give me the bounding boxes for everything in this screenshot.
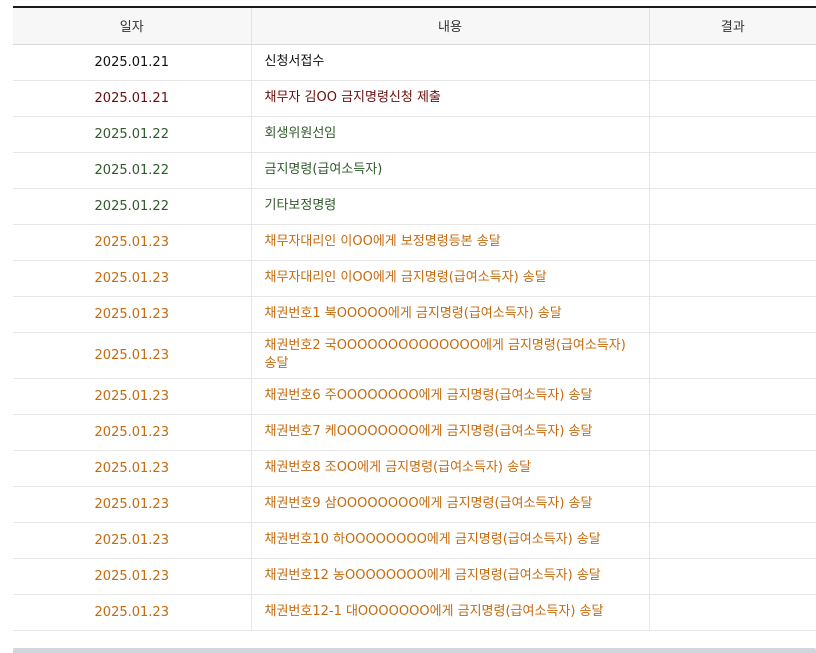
row-result: [648, 558, 816, 594]
row-date: 2025.01.22: [94, 126, 169, 142]
row-content-cell: 채무자대리인 이OO에게 보정명령등본 송달: [250, 224, 649, 260]
table-row: 2025.01.23 채권번호6 주OOOOOOOO에게 금지명령(급여소득자) …: [13, 378, 816, 414]
row-result: [648, 332, 816, 378]
row-date: 2025.01.23: [94, 424, 169, 440]
table-row: 2025.01.23 채권번호10 하OOOOOOOO에게 금지명령(급여소득자)…: [13, 522, 816, 558]
row-content: 채무자대리인 이OO에게 금지명령(급여소득자) 송달: [264, 270, 547, 285]
table-row: 2025.01.23 채무자대리인 이OO에게 보정명령등본 송달: [13, 224, 816, 260]
row-date: 2025.01.23: [94, 347, 169, 363]
table-row: 2025.01.23 채권번호1 북OOOOO에게 금지명령(급여소득자) 송달: [13, 296, 816, 332]
table-row: 2025.01.23 채권번호12-1 대OOOOOOO에게 금지명령(급여소득자…: [13, 594, 816, 630]
row-content-cell: 채권번호12 농OOOOOOOO에게 금지명령(급여소득자) 송달: [250, 558, 649, 594]
row-content: 채권번호8 조OO에게 금지명령(급여소득자) 송달: [264, 460, 532, 475]
row-result: [648, 224, 816, 260]
case-progress-table: 일자 내용 결과 2025.01.21 신청서접수 2025.01.21 채무자 김O…: [13, 6, 816, 631]
column-header-result: 결과: [648, 7, 816, 44]
row-content: 신청서접수: [264, 54, 325, 69]
row-content: 채권번호12 농OOOOOOOO에게 금지명령(급여소득자) 송달: [264, 568, 601, 583]
row-date: 2025.01.23: [94, 306, 169, 322]
row-content-cell: 채권번호8 조OO에게 금지명령(급여소득자) 송달: [250, 450, 649, 486]
row-date: 2025.01.23: [94, 496, 169, 512]
row-result: [648, 414, 816, 450]
table-body: 2025.01.21 신청서접수 2025.01.21 채무자 김OO 금지명령신청 …: [13, 44, 816, 630]
row-content-cell: 금지명령(급여소득자): [250, 152, 649, 188]
row-content-cell: 회생위원선임: [250, 116, 649, 152]
row-content-cell: 채무자대리인 이OO에게 금지명령(급여소득자) 송달: [250, 260, 649, 296]
row-content-cell: 채권번호10 하OOOOOOOO에게 금지명령(급여소득자) 송달: [250, 522, 649, 558]
row-content-cell: 채권번호9 삼OOOOOOOO에게 금지명령(급여소득자) 송달: [250, 486, 649, 522]
table-row: 2025.01.23 채권번호12 농OOOOOOOO에게 금지명령(급여소득자)…: [13, 558, 816, 594]
row-date: 2025.01.23: [94, 270, 169, 286]
row-result: [648, 80, 816, 116]
row-content: 채권번호12-1 대OOOOOOO에게 금지명령(급여소득자) 송달: [264, 604, 604, 619]
row-date: 2025.01.21: [94, 90, 169, 106]
table-header: 일자 내용 결과: [13, 7, 816, 44]
row-result: [648, 522, 816, 558]
table-row: 2025.01.23 채권번호9 삼OOOOOOOO에게 금지명령(급여소득자) …: [13, 486, 816, 522]
row-date: 2025.01.23: [94, 234, 169, 250]
case-progress-table-wrap: 일자 내용 결과 2025.01.21 신청서접수 2025.01.21 채무자 김O…: [13, 6, 816, 631]
table-row: 2025.01.22 기타보정명령: [13, 188, 816, 224]
column-header-date: 일자: [119, 20, 144, 36]
row-content-cell: 채무자 김OO 금지명령신청 제출: [250, 80, 649, 116]
column-header-content: 내용: [250, 7, 649, 44]
row-date: 2025.01.23: [94, 568, 169, 584]
table-row: 2025.01.22 금지명령(급여소득자): [13, 152, 816, 188]
row-date: 2025.01.22: [94, 162, 169, 178]
row-result: [648, 44, 816, 80]
table-row: 2025.01.23 채권번호8 조OO에게 금지명령(급여소득자) 송달: [13, 450, 816, 486]
row-date: 2025.01.23: [94, 604, 169, 620]
row-content: 채권번호2 국OOOOOOOOOOOOOO에게 금지명령(급여소득자) 송달: [264, 338, 626, 371]
row-content-cell: 채권번호12-1 대OOOOOOO에게 금지명령(급여소득자) 송달: [250, 594, 649, 630]
row-content-cell: 채권번호6 주OOOOOOOO에게 금지명령(급여소득자) 송달: [250, 378, 649, 414]
row-content: 채권번호9 삼OOOOOOOO에게 금지명령(급여소득자) 송달: [264, 496, 593, 511]
row-content-cell: 채권번호1 북OOOOO에게 금지명령(급여소득자) 송달: [250, 296, 649, 332]
row-date: 2025.01.23: [94, 532, 169, 548]
row-result: [648, 378, 816, 414]
row-date: 2025.01.23: [94, 388, 169, 404]
row-date: 2025.01.22: [94, 198, 169, 214]
row-content-cell: 채권번호7 케OOOOOOOO에게 금지명령(급여소득자) 송달: [250, 414, 649, 450]
row-content: 회생위원선임: [264, 126, 337, 141]
table-row: 2025.01.23 채무자대리인 이OO에게 금지명령(급여소득자) 송달: [13, 260, 816, 296]
row-date: 2025.01.21: [94, 54, 169, 70]
table-row: 2025.01.22 회생위원선임: [13, 116, 816, 152]
row-content: 채권번호1 북OOOOO에게 금지명령(급여소득자) 송달: [264, 306, 562, 321]
row-result: [648, 594, 816, 630]
table-row: 2025.01.23 채권번호2 국OOOOOOOOOOOOOO에게 금지명령(급…: [13, 332, 816, 378]
row-content: 채권번호7 케OOOOOOOO에게 금지명령(급여소득자) 송달: [264, 424, 593, 439]
row-content: 채무자 김OO 금지명령신청 제출: [264, 90, 441, 105]
table-row: 2025.01.23 채권번호7 케OOOOOOOO에게 금지명령(급여소득자) …: [13, 414, 816, 450]
row-result: [648, 260, 816, 296]
row-content-cell: 채권번호2 국OOOOOOOOOOOOOO에게 금지명령(급여소득자) 송달: [250, 332, 649, 378]
row-content: 기타보정명령: [264, 198, 337, 213]
row-result: [648, 188, 816, 224]
row-result: [648, 152, 816, 188]
row-result: [648, 486, 816, 522]
row-result: [648, 116, 816, 152]
row-content: 채무자대리인 이OO에게 보정명령등본 송달: [264, 234, 501, 249]
table-row: 2025.01.21 채무자 김OO 금지명령신청 제출: [13, 80, 816, 116]
row-content-cell: 신청서접수: [250, 44, 649, 80]
row-result: [648, 296, 816, 332]
row-date: 2025.01.23: [94, 460, 169, 476]
table-row: 2025.01.21 신청서접수: [13, 44, 816, 80]
table-header-row: 일자 내용 결과: [13, 7, 816, 44]
row-content-cell: 기타보정명령: [250, 188, 649, 224]
row-content: 금지명령(급여소득자): [264, 162, 383, 177]
row-result: [648, 450, 816, 486]
row-content: 채권번호6 주OOOOOOOO에게 금지명령(급여소득자) 송달: [264, 388, 593, 403]
horizontal-scrollbar[interactable]: [13, 648, 816, 653]
row-content: 채권번호10 하OOOOOOOO에게 금지명령(급여소득자) 송달: [264, 532, 601, 547]
